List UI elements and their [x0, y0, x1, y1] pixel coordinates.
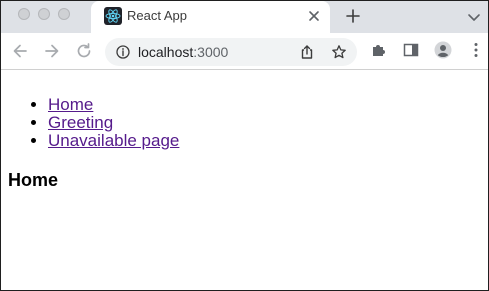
- plus-icon[interactable]: [345, 8, 361, 24]
- info-icon[interactable]: [116, 45, 130, 59]
- nav-link-greeting[interactable]: Greeting: [48, 113, 113, 132]
- window-minimize-button[interactable]: [38, 8, 50, 20]
- close-icon[interactable]: [307, 9, 321, 23]
- side-panel-icon[interactable]: [402, 41, 420, 59]
- tab-title: React App: [127, 8, 187, 23]
- chevron-down-icon[interactable]: [467, 10, 481, 24]
- list-item: Greeting: [48, 114, 179, 132]
- url-host: localhost: [138, 44, 194, 60]
- page-title: Home: [8, 170, 59, 190]
- browser-toolbar: localhost:3000: [1, 33, 488, 70]
- window-zoom-button[interactable]: [58, 8, 70, 20]
- reload-icon[interactable]: [75, 42, 93, 60]
- nav-list: Home Greeting Unavailable page: [8, 96, 179, 150]
- share-icon[interactable]: [299, 44, 315, 60]
- window-close-button[interactable]: [18, 8, 30, 20]
- tab-react-app[interactable]: React App: [91, 1, 330, 33]
- puzzle-icon[interactable]: [370, 41, 388, 59]
- browser-window: React App localhost:3000 • Home • Greeti…: [0, 0, 489, 291]
- list-item: Unavailable page: [48, 132, 179, 150]
- arrow-right-icon[interactable]: [43, 42, 61, 60]
- url-port: :3000: [193, 44, 229, 60]
- arrow-left-icon[interactable]: [11, 42, 29, 60]
- tab-strip: React App: [1, 1, 488, 33]
- star-icon[interactable]: [331, 44, 347, 60]
- react-logo-icon: [104, 7, 122, 25]
- kebab-menu-icon[interactable]: [467, 41, 485, 59]
- page-content: Home Greeting Unavailable page Home: [1, 70, 488, 290]
- nav-link-unavailable-page[interactable]: Unavailable page: [48, 131, 179, 150]
- address-bar[interactable]: localhost:3000: [105, 38, 357, 66]
- address-url: localhost:3000: [138, 44, 228, 60]
- profile-icon[interactable]: [434, 41, 452, 59]
- list-item: Home: [48, 96, 179, 114]
- nav-link-home[interactable]: Home: [48, 95, 93, 114]
